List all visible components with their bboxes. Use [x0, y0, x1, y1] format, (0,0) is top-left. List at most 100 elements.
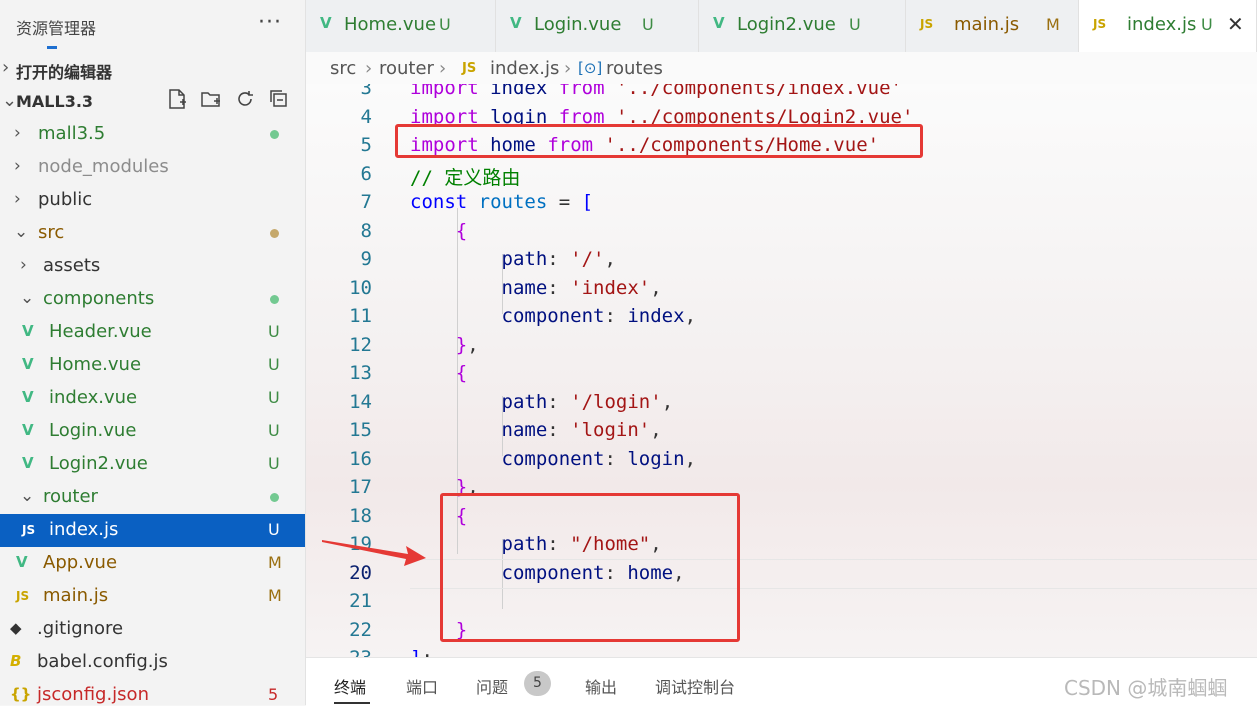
code-text: path: '/',	[410, 248, 616, 270]
json-file-icon: {}	[10, 685, 32, 703]
code-text: // 定义路由	[410, 163, 520, 190]
tab-problems[interactable]: 问题	[476, 674, 508, 698]
tree-item[interactable]: › assets	[0, 250, 305, 283]
tree-item[interactable]: {} jsconfig.json 5	[0, 679, 305, 705]
tree-item[interactable]: ⌄ src	[0, 217, 305, 250]
code-text: path: '/login',	[410, 391, 674, 413]
line-number: 11	[349, 305, 372, 327]
code-token: routes	[478, 191, 548, 213]
line-number: 4	[360, 105, 372, 128]
code-token: [	[581, 191, 594, 213]
code-line: 14 path: '/login',	[306, 388, 1257, 416]
tab-login-vue[interactable]: V Login.vue U	[496, 0, 699, 52]
collapse-all-icon[interactable]	[267, 87, 291, 111]
tab-label: Home.vue	[344, 14, 437, 35]
workspace-root-label: MALL3.3	[16, 92, 94, 111]
code-token: :	[604, 305, 628, 327]
code-line: 11 component: index,	[306, 302, 1257, 330]
git-status-dot	[270, 229, 279, 238]
code-text: },	[410, 334, 479, 356]
tree-item[interactable]: V Login.vue U	[0, 415, 305, 448]
code-line: 6 // 定义路由	[306, 160, 1257, 190]
chevron-right-icon: ›	[14, 123, 21, 143]
line-number: 14	[349, 390, 372, 413]
tab-main-js[interactable]: JS main.js M	[906, 0, 1079, 52]
tab-login2-vue[interactable]: V Login2.vue U	[699, 0, 906, 52]
code-token: path	[501, 248, 548, 270]
breadcrumb-file[interactable]: index.js	[490, 58, 559, 79]
tab-ports[interactable]: 端口	[406, 674, 438, 698]
tab-label: Login2.vue	[737, 14, 836, 35]
tree-item[interactable]: Bbabel.config.js	[0, 646, 305, 679]
code-line: 3 import index from '../components/index.…	[306, 84, 1257, 102]
tree-item[interactable]: ⌄ components	[0, 283, 305, 316]
tree-item[interactable]: V App.vue M	[0, 547, 305, 580]
code-token: {	[455, 219, 468, 242]
tree-item[interactable]: JS main.js M	[0, 580, 305, 613]
breadcrumb: src › router › JS index.js › [⊙] routes	[306, 52, 1257, 84]
breadcrumb-router[interactable]: router	[379, 58, 434, 79]
new-folder-icon[interactable]	[199, 87, 223, 111]
code-text: {	[410, 220, 467, 242]
git-status-badge: U	[268, 355, 280, 374]
tree-item[interactable]: JS index.js U	[0, 514, 305, 547]
git-status-badge: U	[268, 454, 280, 473]
js-file-icon: JS	[16, 589, 30, 603]
more-actions-icon[interactable]: ···	[258, 10, 282, 35]
code-token: ,	[684, 305, 697, 327]
tree-item-label: router	[43, 486, 98, 507]
tree-item[interactable]: ⌄ router	[0, 481, 305, 514]
vue-file-icon: V	[22, 388, 34, 406]
tree-item[interactable]: › public	[0, 184, 305, 217]
open-editors-section[interactable]: › 打开的编辑器	[0, 54, 305, 84]
tab-terminal[interactable]: 终端	[334, 674, 366, 698]
close-icon[interactable]: ✕	[1227, 12, 1244, 36]
new-file-icon[interactable]	[165, 87, 189, 111]
line-number: 8	[360, 219, 372, 242]
tree-item[interactable]: › node_modules	[0, 151, 305, 184]
tree-item[interactable]: Vindex.vue U	[0, 382, 305, 415]
code-line: 15 name: 'login',	[306, 416, 1257, 444]
tab-output[interactable]: 输出	[585, 674, 617, 698]
tree-item-label: Header.vue	[49, 321, 152, 342]
tab-home-vue[interactable]: V Home.vue U	[306, 0, 496, 52]
git-status-badge: U	[268, 388, 280, 407]
js-file-icon: JS	[462, 61, 477, 76]
annotation-arrow-icon	[322, 540, 426, 566]
tree-item[interactable]: V Header.vue U	[0, 316, 305, 349]
tab-index-js[interactable]: JS index.js U ✕	[1079, 0, 1257, 52]
git-status-dot	[270, 493, 279, 502]
git-file-icon: ◆	[10, 619, 22, 637]
code-token: ,	[650, 276, 662, 299]
code-token: index	[490, 84, 548, 99]
code-line: 9 path: '/',	[306, 245, 1257, 273]
code-token: component	[501, 447, 605, 470]
code-editor[interactable]: 3 import index from '../components/index.…	[306, 84, 1257, 657]
code-token: ,	[684, 447, 697, 470]
workspace-root-section[interactable]: ⌄ MALL3.3	[0, 87, 305, 117]
code-token: const	[410, 191, 468, 213]
editor-tabs: V Home.vue U V Login.vue U V Login2.vue U JS main.…	[306, 0, 1257, 52]
line-number: 5	[360, 134, 372, 156]
refresh-icon[interactable]	[233, 87, 257, 111]
code-text: {	[410, 362, 467, 384]
line-number: 10	[349, 276, 372, 299]
tree-item[interactable]: V Home.vue U	[0, 349, 305, 382]
explorer-header: 资源管理器 ···	[0, 0, 305, 52]
tree-item[interactable]: › mall3.5	[0, 118, 305, 151]
breadcrumb-src[interactable]: src	[330, 58, 356, 79]
code-token: // 定义路由	[410, 166, 521, 189]
tree-item[interactable]: V Login2.vue U	[0, 448, 305, 481]
breadcrumb-symbol[interactable]: routes	[606, 58, 663, 79]
code-token: ,	[604, 248, 616, 270]
active-tab-indicator	[334, 702, 370, 704]
tab-debug-console[interactable]: 调试控制台	[655, 674, 735, 698]
code-token: from	[558, 84, 605, 99]
git-status-badge: M	[268, 586, 282, 605]
tree-item[interactable]: ◆ .gitignore	[0, 613, 305, 646]
line-number: 15	[349, 419, 372, 441]
